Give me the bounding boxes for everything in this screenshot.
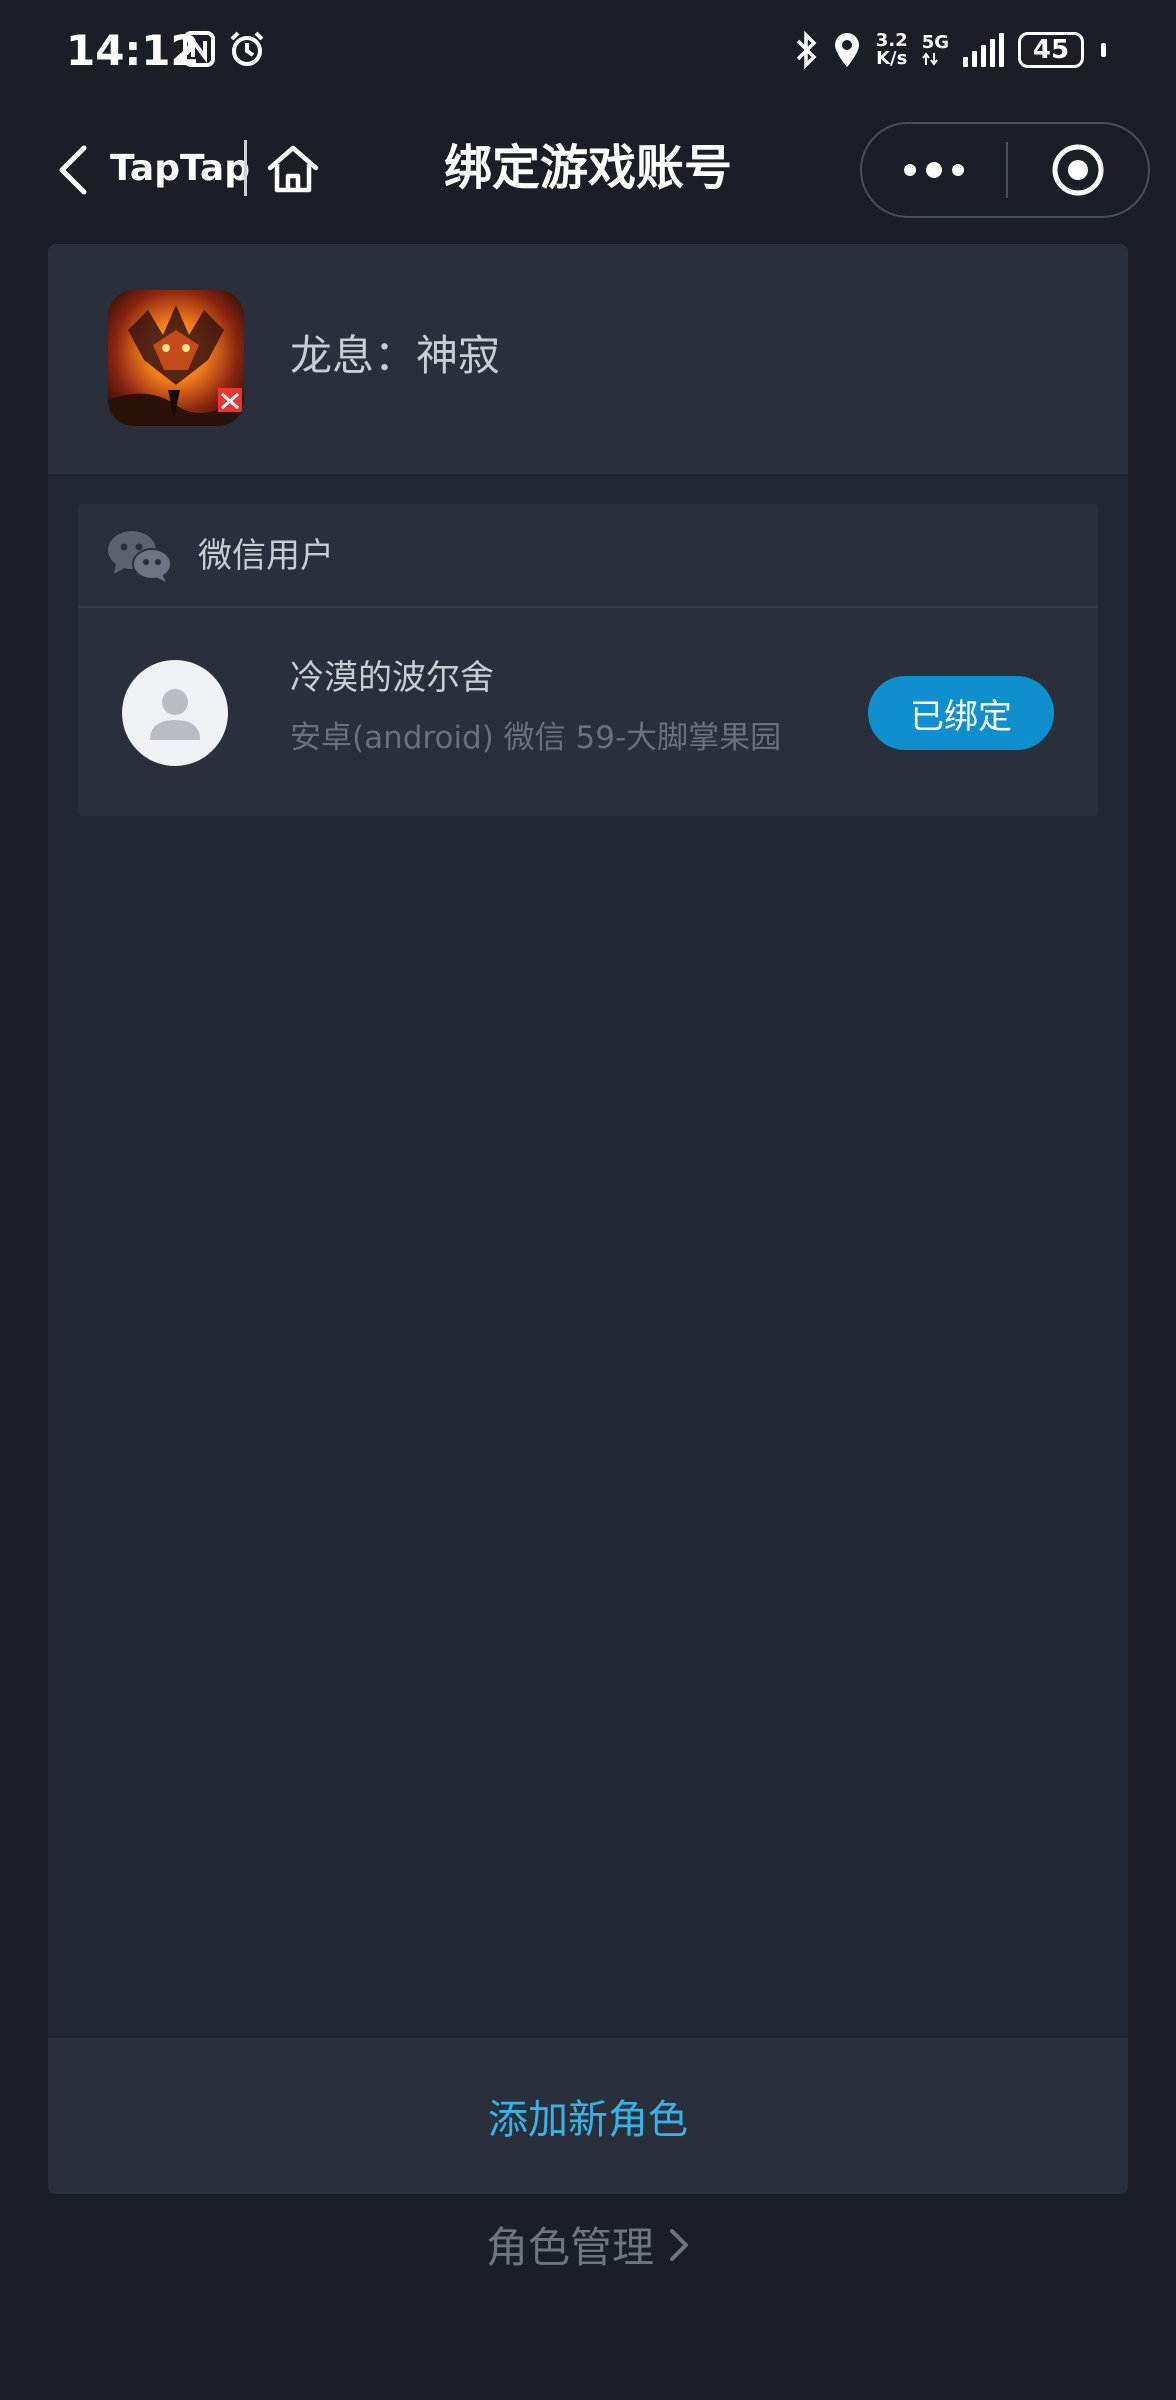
bind-game-account-screen: 14:12 3.2 K/s 5G 45 绑定游戏账号 TapTap 龙息：神寂 … (0, 0, 1176, 2400)
nav-bar: 绑定游戏账号 TapTap (0, 118, 1176, 220)
net-speed-unit: K/s (876, 48, 908, 69)
role-management-label: 角色管理 (485, 2223, 654, 2272)
data-arrows-icon (921, 52, 938, 66)
back-source-label[interactable]: TapTap (110, 144, 250, 194)
battery-level: 45 (1032, 35, 1070, 65)
role-management-link[interactable]: 角色管理 (0, 2214, 1176, 2275)
nav-divider (244, 140, 247, 196)
wechat-icon (108, 531, 172, 582)
role-server-detail: 安卓(android) 微信 59-大脚掌果园 (290, 720, 782, 756)
bound-status-button[interactable]: 已绑定 (868, 676, 1054, 750)
game-name: 龙息：神寂 (290, 331, 501, 380)
target-close-icon (1052, 144, 1104, 196)
add-role-bar: 添加新角色 (48, 2038, 1128, 2194)
alarm-icon (230, 31, 264, 66)
close-miniprogram-button[interactable] (1008, 124, 1148, 216)
avatar (122, 660, 228, 766)
role-name: 冷漠的波尔舍 (290, 658, 494, 698)
account-card-header: 微信用户 (78, 504, 1098, 608)
status-time: 14:12 (66, 26, 200, 75)
net-speed: 3.2 K/s (876, 32, 908, 68)
more-dot (904, 164, 916, 176)
status-bar: 14:12 3.2 K/s 5G 45 (0, 0, 1176, 100)
battery-cap (1101, 43, 1106, 57)
game-header: 龙息：神寂 (48, 244, 1128, 474)
platform-label: 微信用户 (198, 536, 334, 576)
game-icon (108, 290, 244, 426)
more-button[interactable] (862, 124, 1006, 216)
add-new-role-button[interactable]: 添加新角色 (488, 2087, 688, 2145)
account-card: 微信用户 冷漠的波尔舍 安卓(android) 微信 59-大脚掌果园 已绑定 (78, 504, 1098, 816)
network-label: 5G (921, 32, 949, 53)
more-dot (952, 164, 964, 176)
status-left-icons (182, 30, 266, 68)
back-arrow-icon[interactable] (54, 144, 94, 196)
user-placeholder-icon (150, 689, 200, 740)
nfc-icon (183, 31, 215, 67)
location-icon (834, 33, 859, 67)
dragon-game-logo-icon (108, 290, 244, 426)
status-right: 3.2 K/s 5G 45 (794, 28, 1106, 72)
home-icon[interactable] (264, 140, 322, 198)
more-dot (926, 162, 942, 178)
main-panel: 龙息：神寂 微信用户 冷漠的波尔舍 安卓(android) 微信 59-大脚掌果… (48, 244, 1128, 2194)
chevron-right-icon (670, 2228, 688, 2261)
signal-icon (963, 33, 1004, 67)
network-type: 5G (922, 34, 949, 66)
battery-icon: 45 (1018, 32, 1084, 68)
miniprogram-capsule (860, 122, 1150, 218)
bluetooth-icon (796, 31, 817, 69)
